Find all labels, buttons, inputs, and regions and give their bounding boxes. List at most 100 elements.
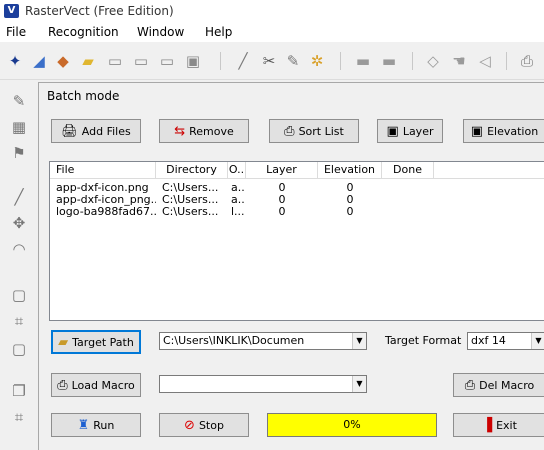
crop-icon[interactable]: ⌗ [8, 310, 30, 332]
rectangle-icon[interactable]: ▢ [8, 338, 30, 360]
column-header-directory[interactable]: Directory [156, 162, 228, 179]
column-header-layer[interactable]: Layer [246, 162, 318, 179]
file-list[interactable]: File Directory O.. Layer Elevation Done … [49, 161, 544, 321]
add-files-icon: 🖨 [61, 123, 78, 139]
toolbar-separator [220, 52, 221, 70]
run-button[interactable]: ♜ Run [51, 413, 141, 437]
exit-label: Exit [496, 418, 517, 432]
batch-mode-dialog: Batch mode 🖨 Add Files ⇆ Remove ⎙ Sort L… [38, 82, 544, 450]
hand-icon[interactable]: ☚ [448, 50, 470, 72]
remove-button[interactable]: ⇆ Remove [159, 119, 249, 143]
column-header-filler [434, 162, 544, 179]
macro-combo[interactable]: ▼ [159, 375, 367, 393]
paste-icon[interactable]: ▬ [378, 50, 400, 72]
grid-icon[interactable]: ▦ [8, 116, 30, 138]
chevron-down-icon[interactable]: ▼ [352, 376, 366, 392]
draw-tool-icon[interactable]: ✎ [8, 90, 30, 112]
toolbar-separator [412, 52, 413, 70]
line-icon[interactable]: ╱ [8, 186, 30, 208]
layers-icon[interactable]: ❐ [8, 380, 30, 402]
image-icon[interactable]: ▭ [130, 50, 152, 72]
table-row[interactable]: logo-ba988fad67.... C:\Users... l... 0 0 [50, 206, 544, 218]
brush-icon[interactable]: ⚑ [8, 142, 30, 164]
cell-output: l... [231, 206, 245, 218]
load-macro-button[interactable]: ⎙ Load Macro [51, 373, 141, 397]
target-path-value: C:\Users\INKLIK\Documen [163, 334, 305, 347]
table-row[interactable]: app-dxf-icon.png C:\Users... a... 0 0 [50, 182, 544, 194]
cell-file: app-dxf-icon.png [56, 182, 149, 194]
cell-directory: C:\Users... [162, 194, 219, 206]
settings-gear-icon[interactable]: ✲ [306, 50, 328, 72]
arc-icon[interactable]: ◠ [8, 238, 30, 260]
load-macro-icon: ⎙ [57, 377, 68, 393]
del-macro-button[interactable]: ⎙ Del Macro [453, 373, 544, 397]
del-macro-icon: ⎙ [464, 377, 476, 393]
cell-directory: C:\Users... [162, 206, 219, 218]
chevron-down-icon[interactable]: ▼ [531, 333, 544, 349]
target-path-button[interactable]: ▰ Target Path [51, 330, 141, 354]
stop-icon: ⊘ [184, 417, 195, 433]
layer-label: Layer [402, 124, 434, 138]
sort-list-button[interactable]: ⎙ Sort List [269, 119, 359, 143]
cell-elevation: 0 [346, 194, 354, 206]
toolbar-separator [340, 52, 341, 70]
pen-icon[interactable]: ╱ [232, 50, 254, 72]
cursor-icon[interactable]: ◁ [474, 50, 496, 72]
eraser-icon[interactable]: ◢ [28, 50, 50, 72]
stop-label: Stop [198, 418, 224, 432]
chevron-down-icon[interactable]: ▼ [352, 333, 366, 349]
progress-text: 0% [343, 418, 361, 431]
menu-help[interactable]: Help [205, 25, 232, 39]
cell-elevation: 0 [346, 182, 354, 194]
target-path-combo[interactable]: C:\Users\INKLIK\Documen ▼ [159, 332, 367, 350]
scissors-icon[interactable]: ✂ [258, 50, 280, 72]
sort-list-label: Sort List [298, 124, 344, 138]
print-icon[interactable]: ⎙ [516, 50, 538, 72]
elevation-icon: ▣ [470, 123, 484, 139]
run-label: Run [93, 418, 115, 432]
target-format-select[interactable]: dxf 14 ▼ [467, 332, 544, 350]
menu-window[interactable]: Window [137, 25, 184, 39]
elevation-button[interactable]: ▣ Elevation [463, 119, 544, 143]
column-header-o[interactable]: O.. [228, 162, 246, 179]
sort-list-icon: ⎙ [284, 123, 295, 139]
rectangle-select-icon[interactable]: ▢ [8, 284, 30, 306]
target-format-label: Target Format [385, 334, 462, 347]
magic-wand-icon[interactable]: ✦ [4, 50, 26, 72]
exit-button[interactable]: ▐ Exit [453, 413, 544, 437]
remove-icon: ⇆ [174, 123, 186, 139]
fill-icon[interactable]: ◆ [52, 50, 74, 72]
app-logo-icon: V [4, 4, 19, 18]
add-files-button[interactable]: 🖨 Add Files [51, 119, 141, 143]
edit-icon[interactable]: ✎ [282, 50, 304, 72]
menu-recognition[interactable]: Recognition [48, 25, 119, 39]
table-row[interactable]: app-dxf-icon_png.... C:\Users... a... 0 … [50, 194, 544, 206]
select-icon[interactable]: ◇ [422, 50, 444, 72]
cell-output: a... [231, 194, 245, 206]
main-toolbar: ✦ ◢ ◆ ▰ ▭ ▭ ▭ ▣ ╱ ✂ ✎ ✲ ▬ ▬ ◇ ☚ ◁ ⎙ [0, 43, 544, 80]
move-icon[interactable]: ✥ [8, 212, 30, 234]
column-header-file[interactable]: File [50, 162, 156, 179]
run-icon: ♜ [77, 417, 90, 433]
column-header-elevation[interactable]: Elevation [318, 162, 382, 179]
cell-file: logo-ba988fad67.... [56, 206, 156, 218]
title-bar: V RasterVect (Free Edition) [0, 0, 544, 22]
image-icon[interactable]: ▭ [104, 50, 126, 72]
menu-bar: File Recognition Window Help [0, 22, 544, 42]
toolbar-separator [506, 52, 507, 70]
layer-icon: ▣ [386, 123, 399, 139]
copy-icon[interactable]: ▬ [352, 50, 374, 72]
open-folder-icon[interactable]: ▰ [77, 50, 99, 72]
stop-button[interactable]: ⊘ Stop [159, 413, 249, 437]
load-macro-label: Load Macro [71, 378, 135, 392]
column-header-done[interactable]: Done [382, 162, 434, 179]
transform-icon[interactable]: ⌗ [8, 406, 30, 428]
scanner-icon[interactable]: ▣ [182, 50, 204, 72]
left-toolbar: ✎ ▦ ⚑ ╱ ✥ ◠ ▢ ⌗ ▢ ❐ ⌗ [0, 82, 38, 450]
dialog-title: Batch mode [47, 89, 120, 103]
elevation-label: Elevation [487, 124, 539, 138]
image-icon[interactable]: ▭ [156, 50, 178, 72]
progress-bar: 0% [267, 413, 437, 437]
layer-button[interactable]: ▣ Layer [377, 119, 443, 143]
menu-file[interactable]: File [6, 25, 26, 39]
